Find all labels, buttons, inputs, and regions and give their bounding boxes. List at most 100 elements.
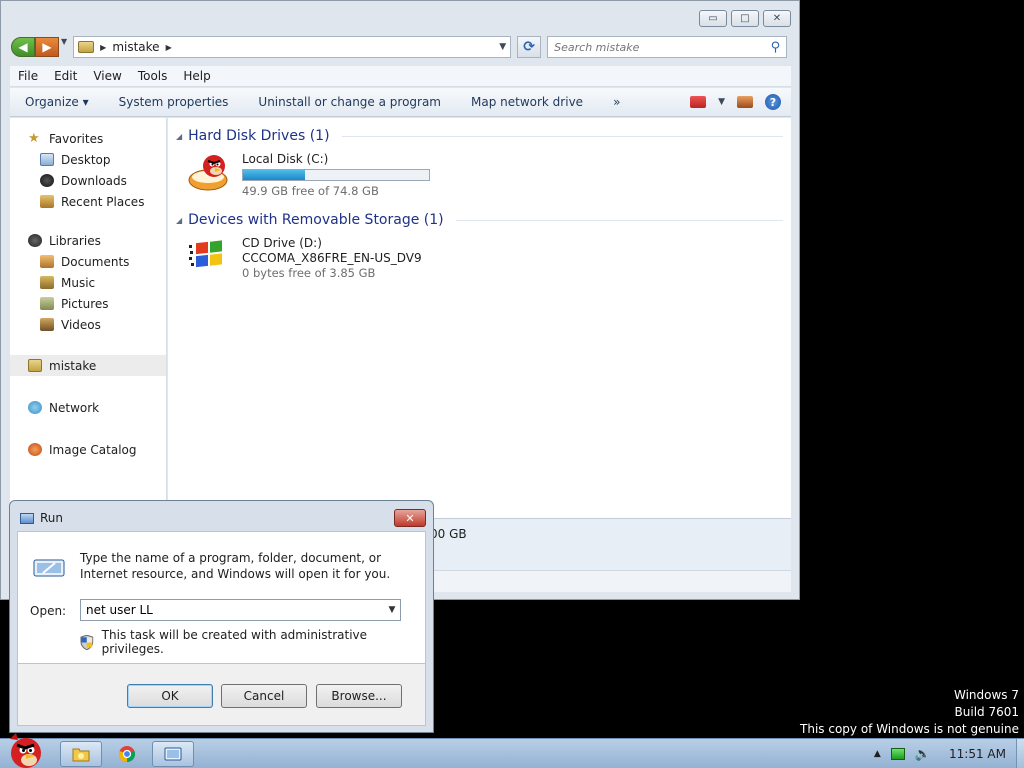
nav-homegroup[interactable]: mistake: [10, 355, 166, 376]
run-title-bar: Run: [20, 511, 63, 525]
address-bar[interactable]: ▶ mistake ▶ ▼: [73, 36, 512, 58]
nav-documents-label: Documents: [61, 254, 130, 269]
open-input[interactable]: [86, 603, 384, 617]
nav-videos[interactable]: Videos: [10, 314, 166, 335]
drive-local-disk-c[interactable]: Local Disk (C:) 49.9 GB free of 74.8 GB: [188, 152, 791, 198]
system-properties-button[interactable]: System properties: [104, 95, 244, 109]
refresh-button[interactable]: ⟳: [517, 36, 542, 58]
breadcrumb-location[interactable]: mistake: [112, 40, 159, 54]
angry-bird-start-icon: [10, 733, 41, 768]
drive-c-details: Local Disk (C:) 49.9 GB free of 74.8 GB: [242, 152, 430, 198]
help-icon[interactable]: ?: [765, 94, 781, 110]
menu-help[interactable]: Help: [175, 69, 218, 83]
drive-c-usage-fill: [243, 170, 305, 180]
show-desktop-button[interactable]: [1016, 739, 1024, 768]
taskbar-chrome-button[interactable]: [106, 741, 148, 767]
nav-network-label: Network: [49, 400, 100, 415]
run-close-button[interactable]: ✕: [394, 509, 426, 527]
open-label: Open:: [30, 604, 67, 618]
show-hidden-icons-icon[interactable]: ▲: [874, 749, 881, 759]
details-text: 00 GB: [430, 527, 467, 541]
run-icon: [20, 512, 34, 524]
back-arrow-icon: ◀: [18, 40, 28, 54]
forward-button[interactable]: ▶: [35, 37, 59, 57]
recent-pages-dropdown-icon[interactable]: ▼: [61, 37, 67, 57]
favorites-group: ★ Favorites Desktop Downloads Recent Pla…: [10, 128, 166, 212]
admin-note-text: This task will be created with administr…: [101, 628, 368, 656]
search-input[interactable]: [554, 40, 771, 54]
nav-image-catalog[interactable]: Image Catalog: [10, 439, 166, 460]
drive-cd-d[interactable]: CD Drive (D:) CCCOMA_X86FRE_EN-US_DV9 0 …: [188, 236, 791, 280]
cancel-button[interactable]: Cancel: [221, 684, 307, 708]
image-catalog-icon: [28, 443, 42, 456]
run-body: Type the name of a program, folder, docu…: [17, 531, 426, 664]
window-controls: ▭ □ ✕: [699, 10, 791, 27]
nav-music[interactable]: Music: [10, 272, 166, 293]
taskbar-run-button[interactable]: [152, 741, 194, 767]
minimize-button[interactable]: ▭: [699, 10, 727, 27]
drive-d-label: CCCOMA_X86FRE_EN-US_DV9: [242, 251, 422, 265]
removable-group-header[interactable]: ◢ Devices with Removable Storage (1): [176, 212, 783, 228]
angry-bird-drive-icon: [188, 152, 232, 192]
maximize-button[interactable]: □: [731, 10, 759, 27]
uac-shield-icon: [80, 634, 94, 650]
collapse-arrow-icon[interactable]: ◢: [176, 216, 182, 225]
drive-c-name: Local Disk (C:): [242, 152, 329, 166]
change-view-icon[interactable]: [690, 96, 707, 108]
start-button[interactable]: [2, 731, 50, 768]
uninstall-program-button[interactable]: Uninstall or change a program: [243, 95, 456, 109]
taskbar-explorer-button[interactable]: [60, 741, 102, 767]
nav-documents[interactable]: Documents: [10, 251, 166, 272]
open-dropdown-icon[interactable]: ▼: [384, 605, 400, 615]
nav-desktop[interactable]: Desktop: [10, 149, 166, 170]
network-tray-icon[interactable]: [890, 748, 905, 760]
menu-file[interactable]: File: [10, 69, 46, 83]
volume-icon[interactable]: 🔈: [915, 747, 931, 762]
desktop-icon: [40, 153, 54, 166]
libraries-group: Libraries Documents Music Pictures Video…: [10, 230, 166, 335]
drive-d-details: CD Drive (D:) CCCOMA_X86FRE_EN-US_DV9 0 …: [242, 236, 422, 280]
view-dropdown-icon[interactable]: ▼: [718, 97, 725, 107]
homegroup-icon: [28, 359, 42, 372]
group-divider: [341, 135, 783, 137]
nav-favorites[interactable]: ★ Favorites: [10, 128, 166, 149]
address-dropdown-icon[interactable]: ▼: [499, 42, 510, 52]
nav-recent-places[interactable]: Recent Places: [10, 191, 166, 212]
nav-libraries[interactable]: Libraries: [10, 230, 166, 251]
nav-buttons: ◀ ▶ ▼: [11, 37, 67, 57]
breadcrumb-separator-icon[interactable]: ▶: [100, 43, 106, 52]
collapse-arrow-icon[interactable]: ◢: [176, 132, 182, 141]
more-commands-button[interactable]: »: [598, 95, 635, 109]
run-dialog: Run ✕ Type the name of a program, folder…: [9, 500, 434, 733]
menu-tools[interactable]: Tools: [130, 69, 176, 83]
chrome-icon: [118, 746, 136, 763]
nav-pictures[interactable]: Pictures: [10, 293, 166, 314]
drive-d-name: CD Drive (D:): [242, 236, 322, 250]
organize-button[interactable]: Organize ▾: [10, 95, 104, 109]
menu-edit[interactable]: Edit: [46, 69, 85, 83]
close-button[interactable]: ✕: [763, 10, 791, 27]
breadcrumb-separator-icon[interactable]: ▶: [166, 43, 172, 52]
nav-libraries-label: Libraries: [49, 233, 101, 248]
hard-disk-group-header[interactable]: ◢ Hard Disk Drives (1): [176, 128, 783, 144]
open-combobox[interactable]: ▼: [80, 599, 401, 621]
group-divider: [455, 219, 783, 221]
watermark-line-2: Build 7601: [954, 705, 1019, 719]
back-button[interactable]: ◀: [11, 37, 35, 57]
nav-network[interactable]: Network: [10, 397, 166, 418]
nav-homegroup-label: mistake: [49, 358, 97, 373]
ok-button[interactable]: OK: [127, 684, 213, 708]
drive-c-free-space: 49.9 GB free of 74.8 GB: [242, 184, 379, 198]
nav-downloads[interactable]: Downloads: [10, 170, 166, 191]
search-box[interactable]: ⚲: [547, 36, 788, 58]
browse-button[interactable]: Browse...: [316, 684, 402, 708]
documents-icon: [40, 255, 54, 268]
search-icon[interactable]: ⚲: [771, 40, 781, 55]
folder-icon: [72, 748, 90, 762]
menu-view[interactable]: View: [85, 69, 129, 83]
map-network-drive-button[interactable]: Map network drive: [456, 95, 598, 109]
clock[interactable]: 11:51 AM: [949, 747, 1006, 761]
nav-recent-places-label: Recent Places: [61, 194, 145, 209]
star-icon: ★: [28, 131, 40, 146]
preview-pane-icon[interactable]: [737, 96, 753, 108]
